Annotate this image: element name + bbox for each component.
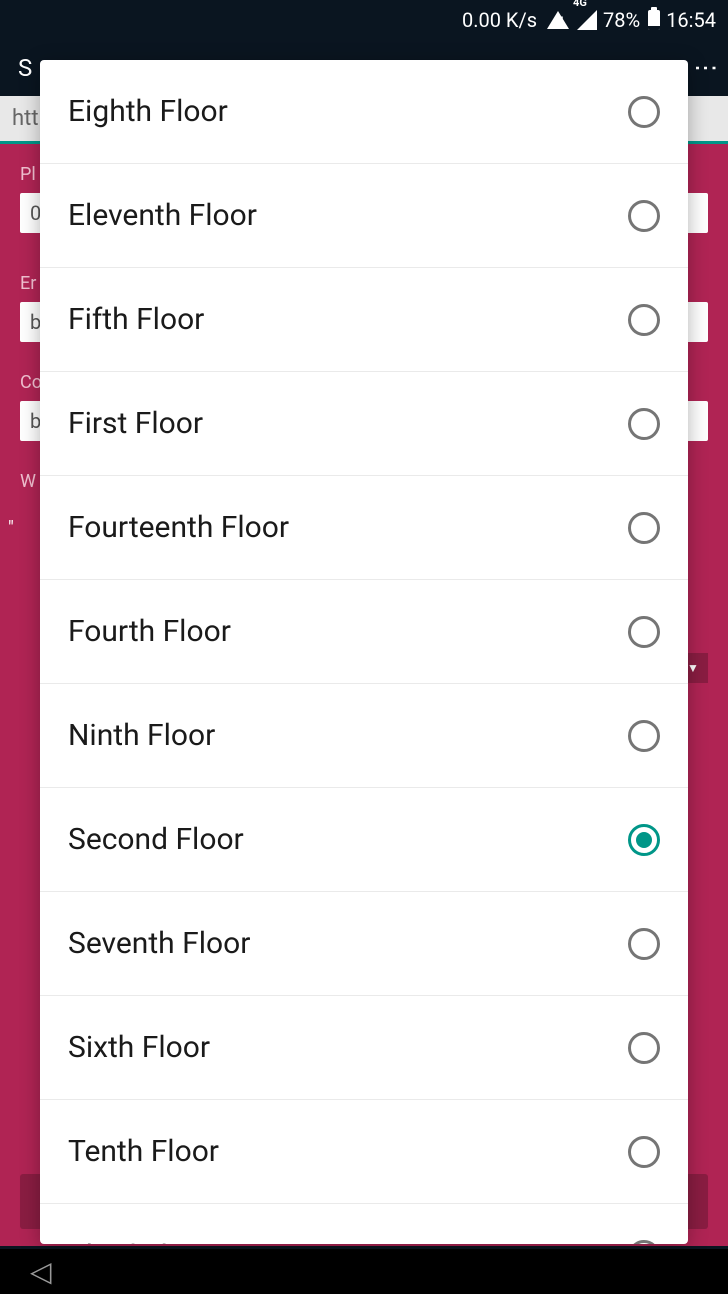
floor-option-label: Fourth Floor (68, 614, 231, 649)
clock: 16:54 (666, 8, 716, 32)
floor-option-label: Tenth Floor (68, 1134, 219, 1169)
floor-option[interactable]: Sixth Floor (40, 996, 688, 1100)
floor-option-label: Second Floor (68, 822, 244, 857)
floor-option-label: First Floor (68, 406, 203, 441)
floor-option-label: Third Floor (68, 1239, 212, 1245)
radio-button[interactable] (628, 512, 660, 544)
floor-option-label: Eighth Floor (68, 94, 228, 129)
radio-button[interactable] (628, 1136, 660, 1168)
radio-button[interactable] (628, 720, 660, 752)
radio-button[interactable] (628, 616, 660, 648)
floor-option-label: Fourteenth Floor (68, 510, 289, 545)
network-speed: 0.00 K/s (462, 8, 537, 32)
radio-button[interactable] (628, 824, 660, 856)
radio-button[interactable] (628, 1240, 660, 1244)
floor-option[interactable]: Eighth Floor (40, 60, 688, 164)
floor-option-label: Fifth Floor (68, 302, 204, 337)
header-title: S (18, 54, 32, 82)
radio-button[interactable] (628, 408, 660, 440)
floor-option[interactable]: Fourteenth Floor (40, 476, 688, 580)
wifi-icon (547, 11, 569, 29)
battery-icon (648, 10, 660, 30)
floor-option[interactable]: Fifth Floor (40, 268, 688, 372)
floor-option[interactable]: First Floor (40, 372, 688, 476)
floor-selection-dialog: Eighth Floor Eleventh Floor Fifth Floor Fir… (40, 60, 688, 1244)
floor-option-label: Eleventh Floor (68, 198, 257, 233)
signal-icon: 4G (577, 10, 597, 30)
floor-option[interactable]: Third Floor (40, 1204, 688, 1244)
floor-option[interactable]: Tenth Floor (40, 1100, 688, 1204)
floor-option[interactable]: Eleventh Floor (40, 164, 688, 268)
back-button[interactable]: ◁ (30, 1255, 52, 1288)
floor-option[interactable]: Second Floor (40, 788, 688, 892)
radio-button[interactable] (628, 928, 660, 960)
floor-option-label: Ninth Floor (68, 718, 215, 753)
overflow-menu-icon[interactable]: ⋮ (692, 56, 720, 76)
radio-button[interactable] (628, 304, 660, 336)
floor-option-label: Sixth Floor (68, 1030, 210, 1065)
status-bar: 0.00 K/s 4G 78% 16:54 (0, 0, 728, 40)
navigation-bar: ◁ (0, 1249, 728, 1294)
radio-button[interactable] (628, 96, 660, 128)
floor-option[interactable]: Seventh Floor (40, 892, 688, 996)
radio-button[interactable] (628, 1032, 660, 1064)
floor-option[interactable]: Ninth Floor (40, 684, 688, 788)
floor-option-label: Seventh Floor (68, 926, 250, 961)
network-type: 4G (573, 0, 587, 9)
floor-option[interactable]: Fourth Floor (40, 580, 688, 684)
battery-percent: 78% (603, 8, 640, 32)
radio-button[interactable] (628, 200, 660, 232)
